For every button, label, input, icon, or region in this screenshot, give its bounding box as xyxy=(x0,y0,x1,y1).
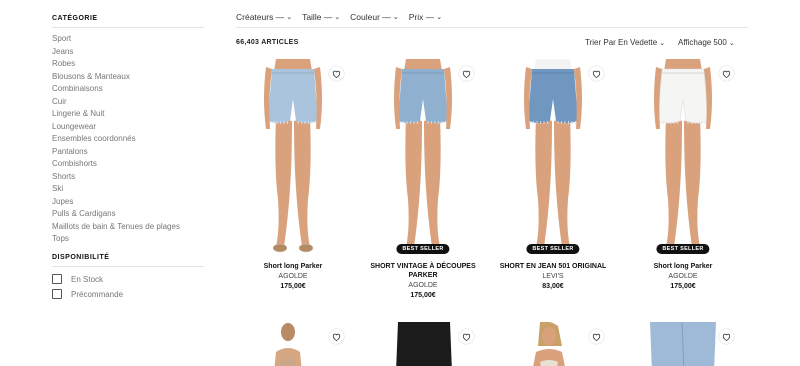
product-image[interactable]: BEST SELLER xyxy=(626,59,740,256)
preorder-filter[interactable]: Précommande xyxy=(52,289,123,299)
color-filter-label: Couleur — xyxy=(350,12,391,22)
chevron-down-icon: ⌄ xyxy=(728,40,735,47)
product-card[interactable]: BEST SELLER SHORT EN JEAN 501 ORIGINAL L… xyxy=(496,59,610,291)
display-count-label: Affichage 500 xyxy=(678,38,727,47)
product-price: 175,00€ xyxy=(670,283,696,290)
category-item-lingerie[interactable]: Lingerie & Nuit xyxy=(52,108,180,121)
filter-bar: Créateurs — ⌄ Taille — ⌄ Couleur — ⌄ Prix —… xyxy=(236,12,442,22)
category-item-ski[interactable]: Ski xyxy=(52,183,180,196)
sort-dropdown[interactable]: Trier Par En Vedette ⌄ xyxy=(585,38,665,47)
product-card[interactable]: BEST SELLER SHORT VINTAGE À DÉCOUPES PAR… xyxy=(366,59,480,300)
designers-filter[interactable]: Créateurs — ⌄ xyxy=(236,12,292,22)
product-image[interactable] xyxy=(626,322,740,366)
color-filter[interactable]: Couleur — ⌄ xyxy=(350,12,399,22)
product-brand[interactable]: AGOLDE xyxy=(236,272,350,281)
divider xyxy=(52,266,204,267)
category-item-pantalons[interactable]: Pantalons xyxy=(52,146,180,159)
category-item-cuir[interactable]: Cuir xyxy=(52,96,180,109)
category-item-jupes[interactable]: Jupes xyxy=(52,196,180,209)
size-filter-label: Taille — xyxy=(302,12,333,22)
wishlist-heart-icon[interactable] xyxy=(719,329,734,344)
preorder-label: Précommande xyxy=(71,289,124,299)
best-seller-badge: BEST SELLER xyxy=(656,244,710,254)
category-item-robes[interactable]: Robes xyxy=(52,58,180,71)
chevron-down-icon: ⌄ xyxy=(334,14,341,21)
availability-title: DISPONIBILITÉ xyxy=(52,254,110,261)
designers-filter-label: Créateurs — xyxy=(236,12,285,22)
display-count-dropdown[interactable]: Affichage 500 ⌄ xyxy=(678,38,735,47)
category-item-shorts[interactable]: Shorts xyxy=(52,171,180,184)
in-stock-filter[interactable]: En Stock xyxy=(52,274,103,284)
divider xyxy=(52,27,204,28)
category-item-jeans[interactable]: Jeans xyxy=(52,46,180,59)
category-item-sport[interactable]: Sport xyxy=(52,33,180,46)
product-brand[interactable]: LEVI'S xyxy=(496,272,610,281)
price-filter[interactable]: Prix — ⌄ xyxy=(409,12,442,22)
category-item-combinaisons[interactable]: Combinaisons xyxy=(52,83,180,96)
product-price: 175,00€ xyxy=(280,283,306,290)
product-name[interactable]: Short long Parker xyxy=(626,262,740,271)
chevron-down-icon: ⌄ xyxy=(286,14,293,21)
product-image[interactable] xyxy=(496,322,610,366)
wishlist-heart-icon[interactable] xyxy=(329,66,344,81)
product-image[interactable]: BEST SELLER xyxy=(366,59,480,256)
wishlist-heart-icon[interactable] xyxy=(589,329,604,344)
product-price: 83,00€ xyxy=(542,283,564,290)
model-photo xyxy=(394,59,452,253)
category-title: CATÉGORIE xyxy=(52,15,98,22)
category-item-pulls[interactable]: Pulls & Cardigans xyxy=(52,208,180,221)
product-image[interactable]: BEST SELLER xyxy=(496,59,610,256)
best-seller-badge: BEST SELLER xyxy=(396,244,450,254)
model-photo xyxy=(524,59,582,253)
wishlist-heart-icon[interactable] xyxy=(459,329,474,344)
divider xyxy=(236,27,748,28)
product-image[interactable] xyxy=(236,59,350,256)
wishlist-heart-icon[interactable] xyxy=(459,66,474,81)
model-photo xyxy=(654,59,712,253)
category-item-blousons[interactable]: Blousons & Manteaux xyxy=(52,71,180,84)
category-item-ensembles[interactable]: Ensembles coordonnés xyxy=(52,133,180,146)
product-image[interactable] xyxy=(366,322,480,366)
product-price: 175,00€ xyxy=(410,292,436,299)
category-list: Sport Jeans Robes Blousons & Manteaux Co… xyxy=(52,33,180,246)
chevron-down-icon: ⌄ xyxy=(392,14,399,21)
product-brand[interactable]: AGOLDE xyxy=(626,272,740,281)
wishlist-heart-icon[interactable] xyxy=(719,66,734,81)
product-name[interactable]: Short long Parker xyxy=(236,262,350,271)
preorder-checkbox[interactable] xyxy=(52,289,62,299)
chevron-down-icon: ⌄ xyxy=(436,14,443,21)
in-stock-checkbox[interactable] xyxy=(52,274,62,284)
wishlist-heart-icon[interactable] xyxy=(589,66,604,81)
best-seller-badge: BEST SELLER xyxy=(526,244,580,254)
size-filter[interactable]: Taille — ⌄ xyxy=(302,12,340,22)
product-card[interactable]: Short long Parker AGOLDE 175,00€ xyxy=(236,59,350,291)
category-item-combishorts[interactable]: Combishorts xyxy=(52,158,180,171)
category-item-loungewear[interactable]: Loungewear xyxy=(52,121,180,134)
sort-label: Trier Par En Vedette xyxy=(585,38,658,47)
product-brand[interactable]: AGOLDE xyxy=(366,281,480,290)
in-stock-label: En Stock xyxy=(71,274,104,284)
wishlist-heart-icon[interactable] xyxy=(329,329,344,344)
product-card[interactable]: BEST SELLER Short long Parker AGOLDE 175… xyxy=(626,59,740,291)
product-name[interactable]: SHORT VINTAGE À DÉCOUPES PARKER xyxy=(366,262,480,280)
category-item-maillots[interactable]: Maillots de bain & Tenues de plages xyxy=(52,221,180,234)
price-filter-label: Prix — xyxy=(408,12,435,22)
chevron-down-icon: ⌄ xyxy=(659,40,666,47)
category-item-tops[interactable]: Tops xyxy=(52,233,180,246)
result-count: 66,403 ARTICLES xyxy=(236,39,299,46)
product-image[interactable] xyxy=(236,322,350,366)
product-name[interactable]: SHORT EN JEAN 501 ORIGINAL xyxy=(496,262,610,271)
model-photo xyxy=(264,59,322,253)
